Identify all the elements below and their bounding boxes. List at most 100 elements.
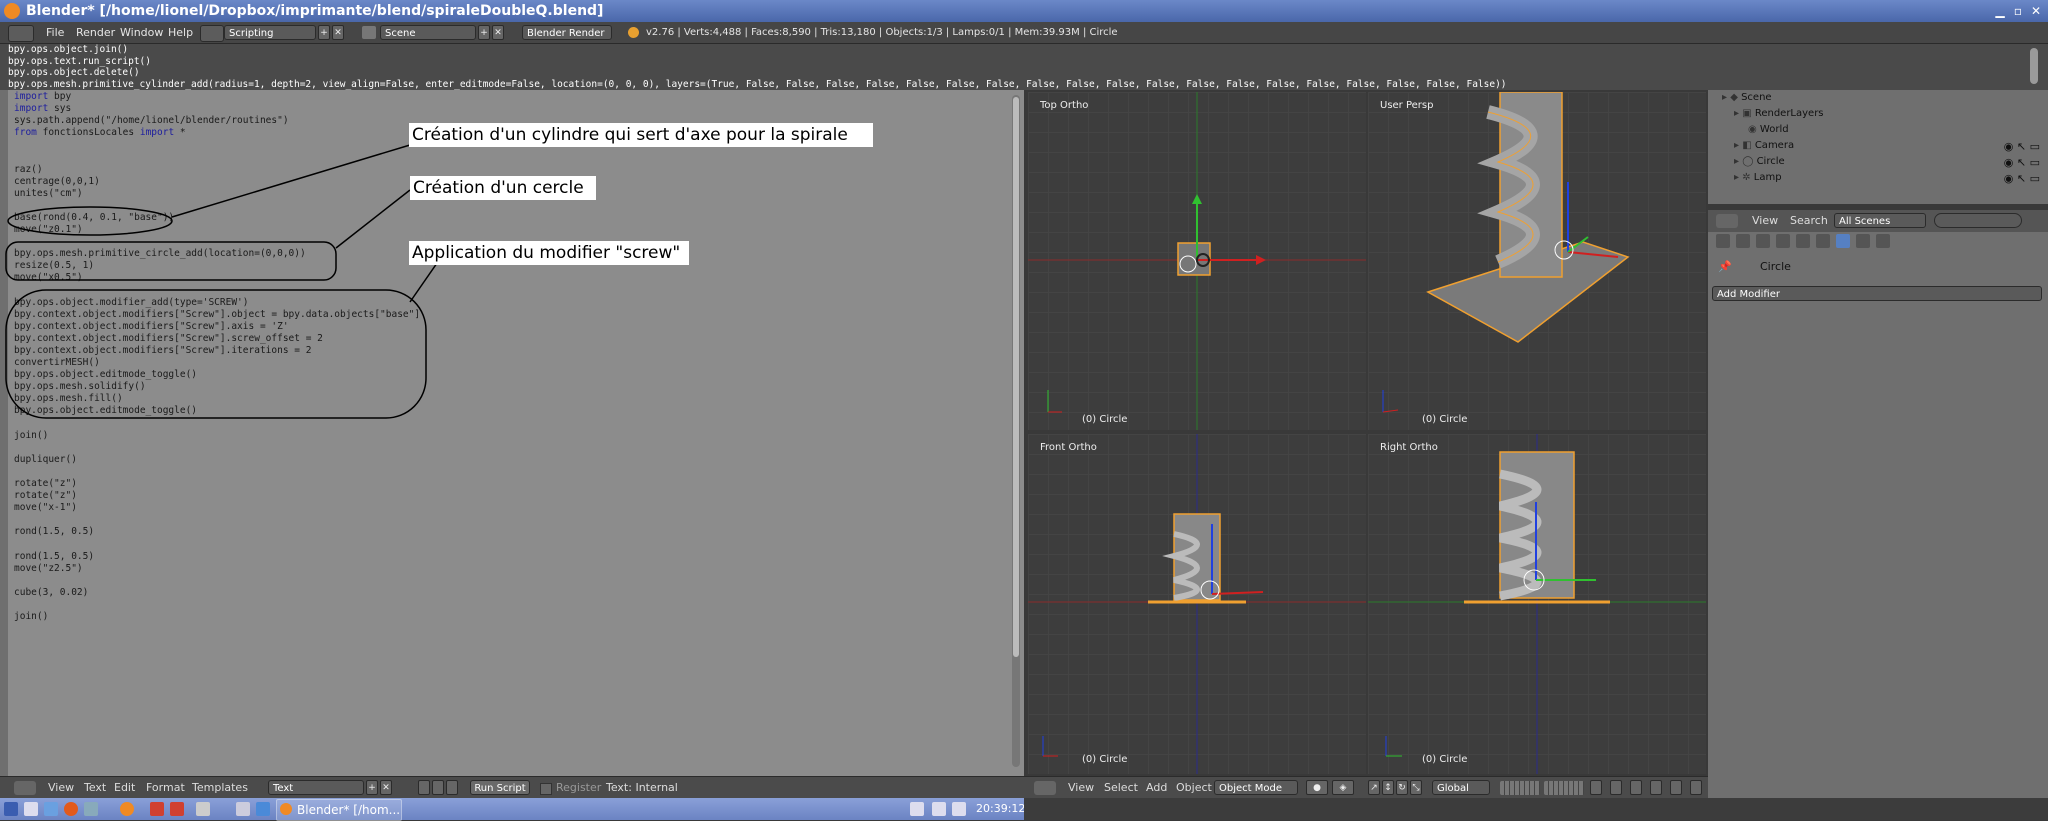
code-line[interactable] [14,442,420,454]
manipulator-icon[interactable]: ↗ [1368,780,1380,795]
remove-screen-icon[interactable]: ✕ [332,25,344,40]
code-line[interactable]: rotate("z") [14,478,420,490]
viewport-right-ortho[interactable]: Right Ortho (0) Circle [1368,434,1706,774]
file-manager-icon[interactable] [24,802,38,816]
code-line[interactable]: move("z2.5") [14,563,420,575]
unlink-text-icon[interactable]: ✕ [380,780,392,795]
new-text-icon[interactable]: + [366,780,378,795]
scene-field[interactable]: Scene [380,25,476,40]
menu-help[interactable]: Help [168,22,193,43]
volume-icon[interactable] [932,802,946,816]
layers-grid[interactable] [1544,781,1584,795]
line-numbers-icon[interactable] [418,780,430,795]
outliner-item-renderlayers[interactable]: ▸ ▣ RenderLayers [1734,106,1824,122]
proportional-edit-icon[interactable] [1670,780,1682,795]
code-line[interactable]: rotate("z") [14,490,420,502]
menu-view[interactable]: View [1752,214,1778,227]
outliner[interactable]: ▸ ◆ Scene ▸ ▣ RenderLayers ◉ World ▸ ◧ C… [1708,90,2048,204]
outliner-item-lamp[interactable]: ▸ ✲ Lamp [1734,170,1782,186]
editor-type-icon[interactable] [1034,781,1056,795]
window-icon[interactable] [236,802,250,816]
pivot-icon[interactable]: ◈ [1332,780,1354,795]
snap-icon[interactable] [1630,780,1642,795]
outliner-item-camera[interactable]: ▸ ◧ Camera [1734,138,1794,154]
editor-type-icon[interactable] [14,781,36,795]
code-line[interactable]: cube(3, 0.02) [14,587,420,599]
snap-target-icon[interactable] [1650,780,1662,795]
menu-render[interactable]: Render [76,22,115,43]
terminal-icon[interactable] [84,802,98,816]
visibility-eye-icon[interactable]: ◉ ↖ ▭ [2004,156,2040,169]
code-line[interactable]: dupliquer() [14,454,420,466]
text-name-field[interactable]: Text [268,780,364,795]
start-menu-icon[interactable] [4,802,18,816]
register-checkbox[interactable] [540,783,552,795]
code-line[interactable] [14,466,420,478]
close-icon[interactable]: ✕ [2026,0,2046,22]
menu-edit[interactable]: Edit [114,777,135,799]
viewport-top-ortho[interactable]: Top Ortho (0) Circle [1028,92,1366,430]
syntax-highlight-icon[interactable] [446,780,458,795]
code-line[interactable]: join() [14,611,420,623]
menu-file[interactable]: File [46,22,64,43]
editor-type-icon[interactable] [1716,214,1738,228]
app-icon[interactable] [170,802,184,816]
shading-icon[interactable]: ● [1306,780,1328,795]
rotate-icon[interactable]: ↻ [1396,780,1408,795]
screen-layout-field[interactable]: Scripting [224,25,316,40]
menu-templates[interactable]: Templates [192,777,248,799]
menu-add[interactable]: Add [1146,777,1167,799]
properties-tabs[interactable] [1716,234,2046,252]
code-line[interactable] [14,575,420,587]
outliner-item-scene[interactable]: ▸ ◆ Scene [1722,90,1772,106]
menu-object[interactable]: Object [1176,777,1212,799]
outliner-item-world[interactable]: ◉ World [1748,122,1789,138]
search-input[interactable] [1934,213,2022,228]
scene-filter-select[interactable]: All Scenes [1834,213,1926,228]
code-line[interactable]: rond(1.5, 0.5) [14,526,420,538]
mode-select[interactable]: Object Mode [1214,780,1298,795]
maximize-icon[interactable]: ▫ [2008,0,2028,22]
scale-icon[interactable]: ⤡ [1410,780,1422,795]
add-modifier-select[interactable]: Add Modifier [1712,286,2042,301]
layers-grid[interactable] [1500,781,1540,795]
menu-search[interactable]: Search [1790,214,1828,227]
code-line[interactable] [14,599,420,611]
translate-icon[interactable]: ↕ [1382,780,1394,795]
network-icon[interactable] [910,802,924,816]
minimize-icon[interactable]: ▁ [1990,0,2010,22]
render-preview-icon[interactable] [1610,780,1622,795]
code-line[interactable]: join() [14,430,420,442]
remove-scene-icon[interactable]: ✕ [492,25,504,40]
desktop-icon[interactable] [196,802,210,816]
editor-type-icon[interactable] [8,25,34,42]
render-icon[interactable] [1690,780,1702,795]
screen-layout-icon[interactable] [200,25,224,42]
firefox-icon[interactable] [64,802,78,816]
visibility-eye-icon[interactable]: ◉ ↖ ▭ [2004,172,2040,185]
viewport-user-persp[interactable]: User Persp (0) Circle [1368,92,1706,430]
menu-text[interactable]: Text [84,777,106,799]
settings-icon[interactable] [44,802,58,816]
menu-view[interactable]: View [1068,777,1094,799]
blender-launcher-icon[interactable] [120,802,134,816]
taskbar-window-button[interactable]: Blender* [/hom... [276,799,402,821]
viewport-front-ortho[interactable]: Front Ortho (0) Circle [1028,434,1366,774]
menu-view[interactable]: View [48,777,74,799]
code-line[interactable] [14,538,420,550]
pin-icon[interactable]: 📌 [1718,260,1732,273]
add-screen-icon[interactable]: + [318,25,330,40]
visibility-eye-icon[interactable]: ◉ ↖ ▭ [2004,140,2040,153]
add-scene-icon[interactable]: + [478,25,490,40]
code-line[interactable]: move("x-1") [14,502,420,514]
word-wrap-icon[interactable] [432,780,444,795]
menu-format[interactable]: Format [146,777,185,799]
code-line[interactable]: rond(1.5, 0.5) [14,551,420,563]
menu-select[interactable]: Select [1104,777,1138,799]
render-engine-select[interactable]: Blender Render [522,25,612,40]
outliner-item-circle[interactable]: ▸ ◯ Circle [1734,154,1785,170]
menu-window[interactable]: Window [120,22,163,43]
run-script-button[interactable]: Run Script [470,780,530,795]
code-line[interactable] [14,514,420,526]
wrench-icon[interactable] [1836,234,1850,248]
